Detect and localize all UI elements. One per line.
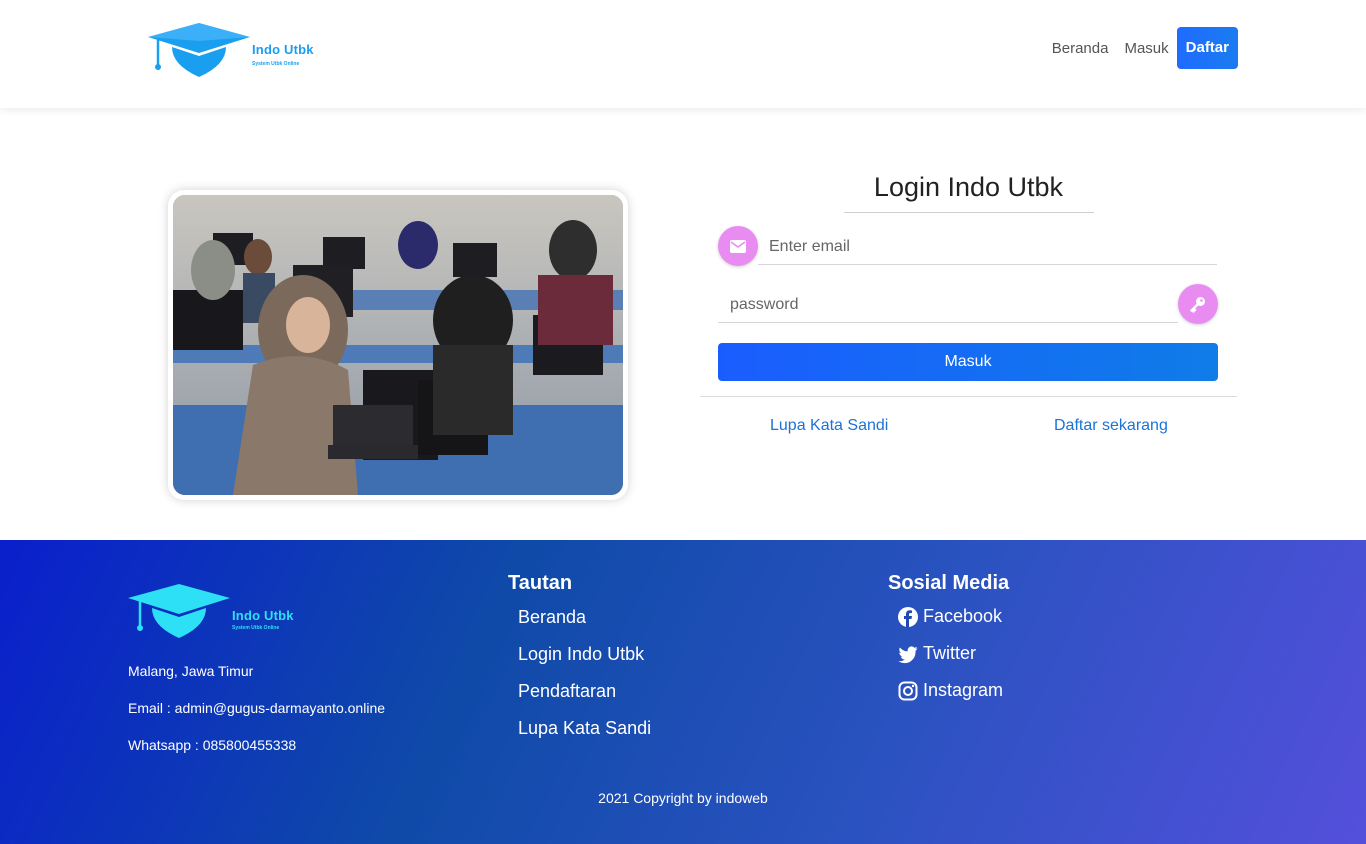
brand-tagline: System Utbk Online — [252, 61, 300, 67]
register-button[interactable]: Daftar — [1176, 27, 1238, 69]
login-title: Login Indo Utbk — [873, 172, 1064, 202]
copyright-text: 2021 Copyright by indoweb — [598, 790, 768, 806]
graduation-cap-icon — [148, 23, 250, 77]
footer-link-pendaftaran[interactable]: Pendaftaran — [518, 681, 616, 702]
footer-social-title: Sosial Media — [888, 572, 1010, 594]
brand-name: Indo Utbk — [252, 42, 314, 57]
nav-link-masuk[interactable]: Masuk — [1116, 40, 1176, 57]
social-link-twitter[interactable]: Twitter — [898, 643, 976, 664]
social-link-facebook[interactable]: Facebook — [898, 606, 1002, 627]
nav-link-beranda[interactable]: Beranda — [1044, 40, 1117, 57]
login-form: Login Indo Utbk Masuk Lupa Kata Sandi Da… — [700, 160, 1237, 434]
title-divider — [843, 212, 1094, 213]
brand-logo[interactable]: Indo Utbk System Utbk Online — [146, 18, 326, 82]
login-submit-button[interactable]: Masuk — [718, 343, 1218, 381]
register-now-link[interactable]: Daftar sekarang — [1054, 417, 1168, 435]
forgot-password-link[interactable]: Lupa Kata Sandi — [770, 417, 888, 435]
email-input[interactable] — [758, 230, 1217, 265]
instagram-icon — [898, 681, 918, 700]
social-label-facebook: Facebook — [923, 606, 1003, 626]
classroom-photo — [173, 195, 623, 495]
footer-address: Malang, Jawa Timur — [128, 663, 254, 679]
nav-menu: Beranda Masuk Daftar — [1044, 27, 1238, 69]
facebook-icon — [898, 606, 918, 627]
social-label-instagram: Instagram — [923, 680, 1004, 700]
footer-link-lupa-kata-sandi[interactable]: Lupa Kata Sandi — [518, 718, 651, 739]
key-icon — [1178, 284, 1218, 324]
form-divider — [700, 396, 1237, 397]
social-label-twitter: Twitter — [923, 643, 977, 663]
footer-email: Email : admin@gugus-darmayanto.online — [128, 700, 386, 716]
footer-brand-name: Indo Utbk — [232, 608, 294, 623]
footer-links-title: Tautan — [508, 572, 573, 594]
footer-brand-tagline: System Utbk Online — [232, 625, 280, 631]
navbar: Indo Utbk System Utbk Online Beranda Mas… — [0, 0, 1366, 108]
social-link-instagram[interactable]: Instagram — [898, 680, 1003, 701]
graduation-cap-icon — [128, 584, 230, 638]
envelope-icon — [718, 226, 758, 266]
footer-link-login[interactable]: Login Indo Utbk — [518, 644, 644, 665]
footer: Indo Utbk System Utbk Online Malang, Jaw… — [0, 540, 1366, 844]
footer-whatsapp: Whatsapp : 085800455338 — [128, 737, 297, 753]
password-input[interactable] — [718, 288, 1178, 323]
footer-brand-logo[interactable]: Indo Utbk System Utbk Online — [126, 580, 306, 646]
footer-link-beranda[interactable]: Beranda — [518, 607, 586, 628]
hero-image-card — [168, 190, 628, 500]
twitter-icon — [898, 645, 918, 663]
